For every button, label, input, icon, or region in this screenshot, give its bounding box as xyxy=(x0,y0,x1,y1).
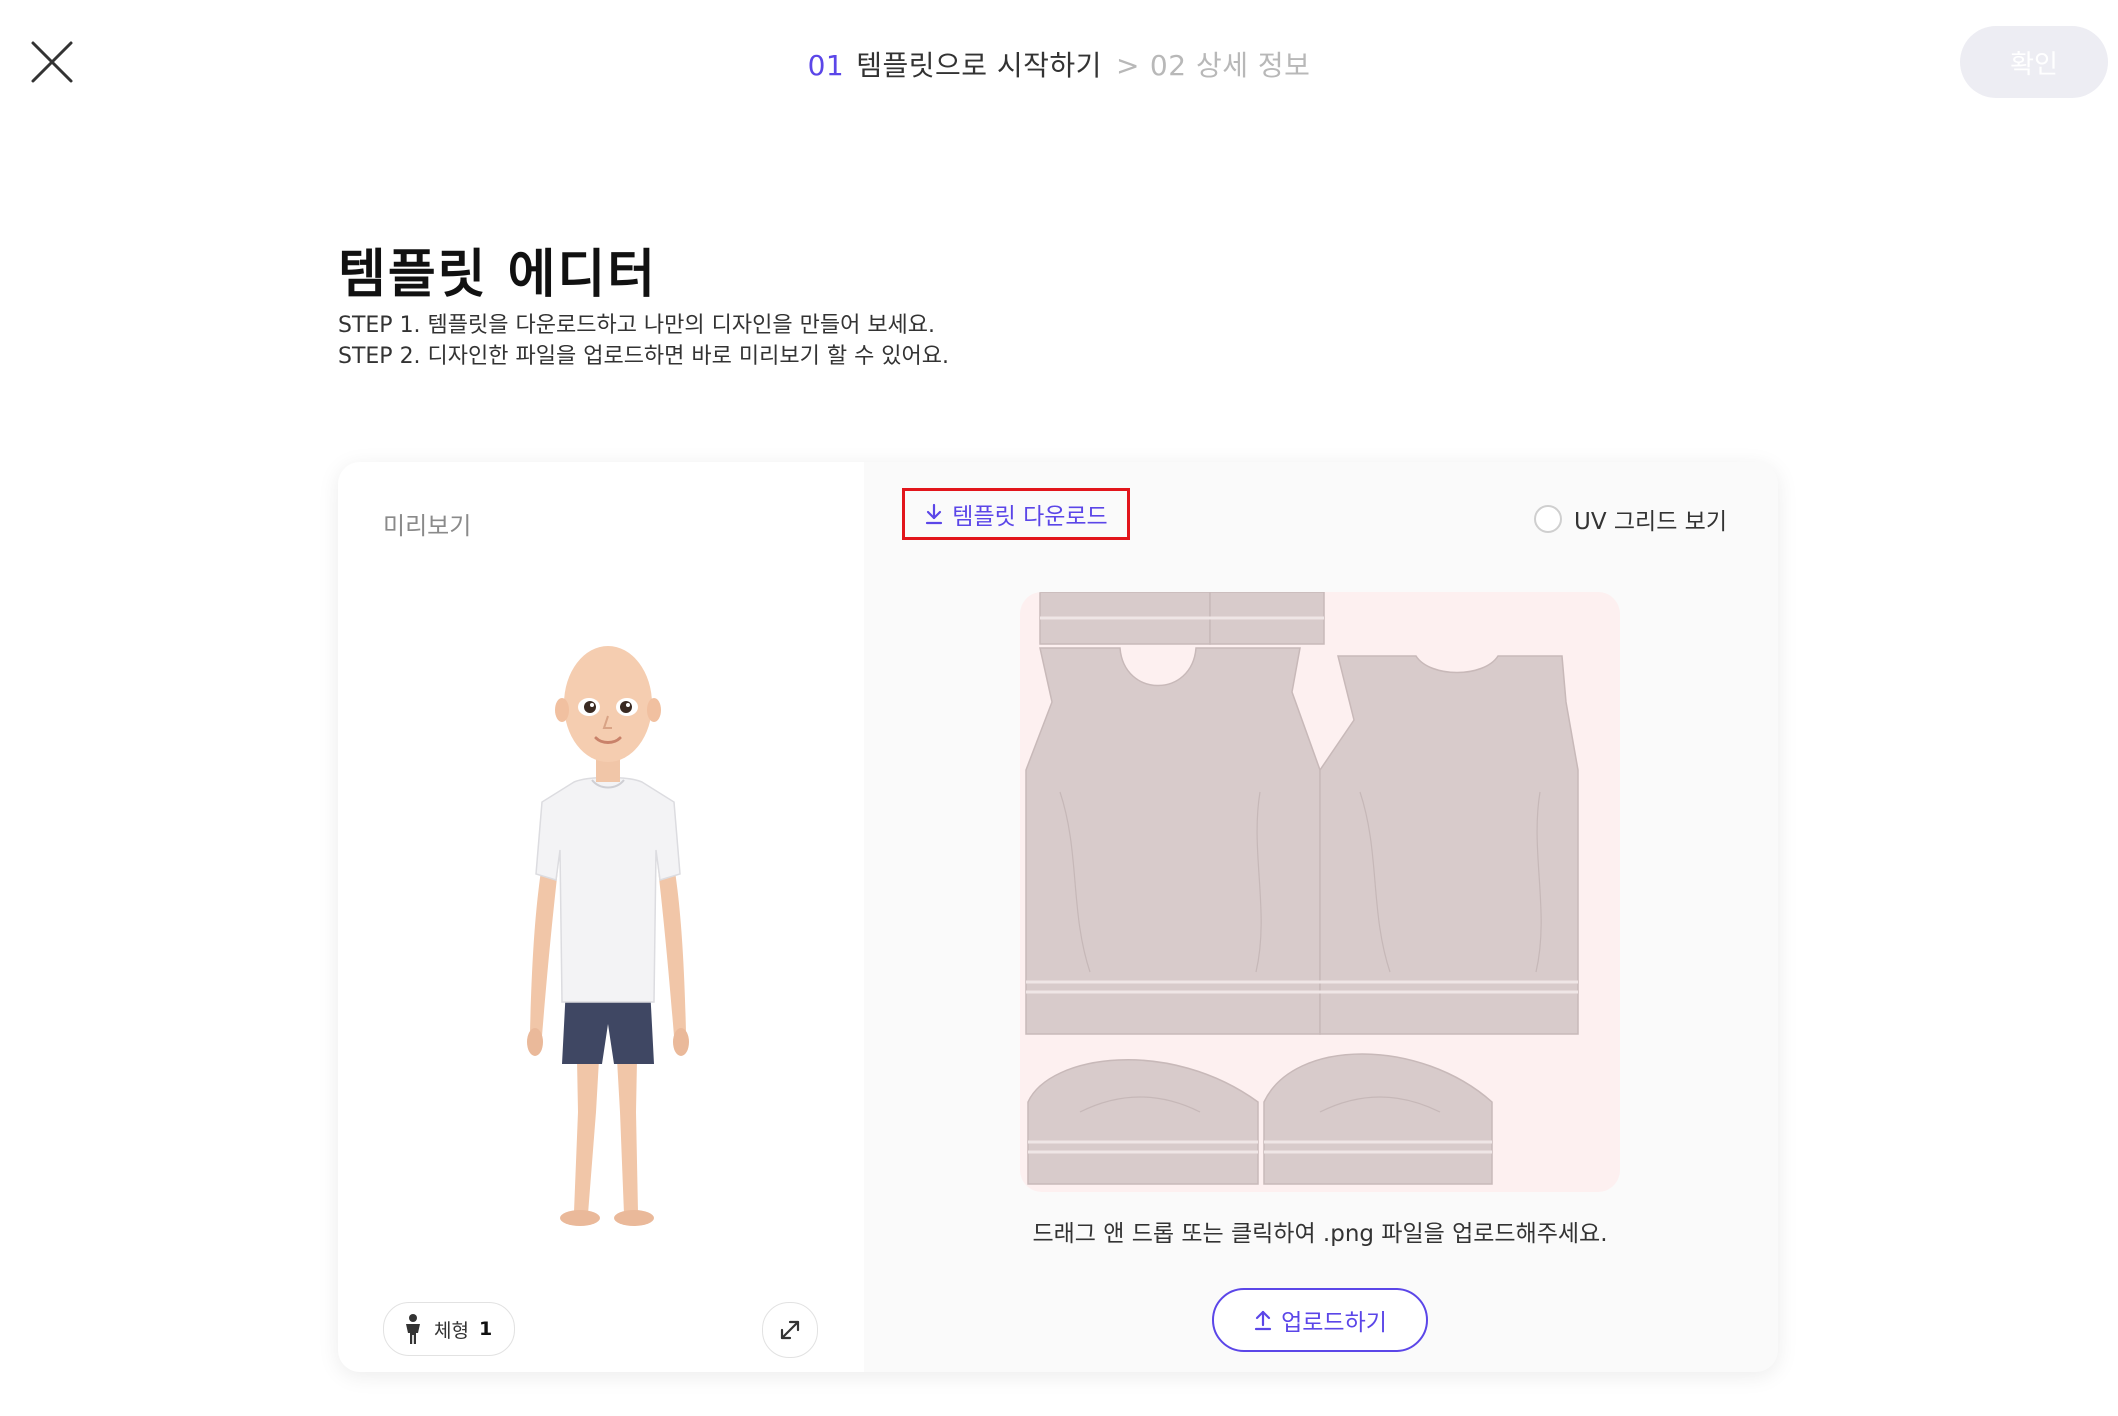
uv-template-image xyxy=(1025,592,1579,1185)
avatar-preview[interactable] xyxy=(488,612,728,1252)
page-title: 템플릿 에디터 xyxy=(338,245,658,305)
template-download-label: 템플릿 다운로드 xyxy=(952,504,1108,530)
download-icon xyxy=(926,503,943,525)
confirm-button[interactable]: 확인 xyxy=(1960,26,2108,98)
step-1-label: 템플릿으로 시작하기 xyxy=(856,49,1102,82)
uv-grid-toggle[interactable]: UV 그리드 보기 xyxy=(1534,502,1727,536)
step-2-instruction: STEP 2. 디자인한 파일을 업로드하면 바로 미리보기 할 수 있어요. xyxy=(338,344,950,369)
step-separator-icon: > xyxy=(1115,49,1140,82)
preview-panel: 미리보기 체형 1 xyxy=(338,462,864,1372)
upload-button[interactable]: 업로드하기 xyxy=(1212,1288,1428,1352)
step-2-label: 상세 정보 xyxy=(1195,49,1311,82)
preview-label: 미리보기 xyxy=(383,512,472,540)
expand-icon xyxy=(780,1320,800,1340)
expand-button[interactable] xyxy=(762,1302,818,1358)
upload-icon xyxy=(1254,1310,1272,1331)
step-1-number: 01 xyxy=(807,49,845,82)
step-2-number: 02 xyxy=(1149,49,1187,82)
uv-grid-label: UV 그리드 보기 xyxy=(1574,509,1727,535)
bodytype-button[interactable]: 체형 1 xyxy=(383,1302,516,1356)
template-editor-card: 미리보기 체형 1 템플릿 다운로드 UV 그리드 보기 드래그 앤 드롭 또는… xyxy=(338,462,1778,1372)
uv-template-dropzone[interactable] xyxy=(1020,592,1620,1192)
drop-hint: 드래그 앤 드롭 또는 클릭하여 .png 파일을 업로드해주세요. xyxy=(1032,1221,1608,1247)
upload-label: 업로드하기 xyxy=(1281,1310,1387,1336)
step-1-instruction: STEP 1. 템플릿을 다운로드하고 나만의 디자인을 만들어 보세요. xyxy=(338,313,936,338)
page-description: STEP 1. 템플릿을 다운로드하고 나만의 디자인을 만들어 보세요. ST… xyxy=(338,310,949,372)
step-indicator: 01 템플릿으로 시작하기 >02 상세 정보 xyxy=(0,44,2118,84)
person-icon xyxy=(406,1314,420,1344)
avatar-figure xyxy=(527,646,689,1226)
bodytype-label: 체형 xyxy=(434,1319,469,1342)
bodytype-value: 1 xyxy=(478,1318,493,1340)
template-download-button[interactable]: 템플릿 다운로드 xyxy=(902,488,1130,540)
uv-grid-radio[interactable] xyxy=(1534,505,1562,533)
